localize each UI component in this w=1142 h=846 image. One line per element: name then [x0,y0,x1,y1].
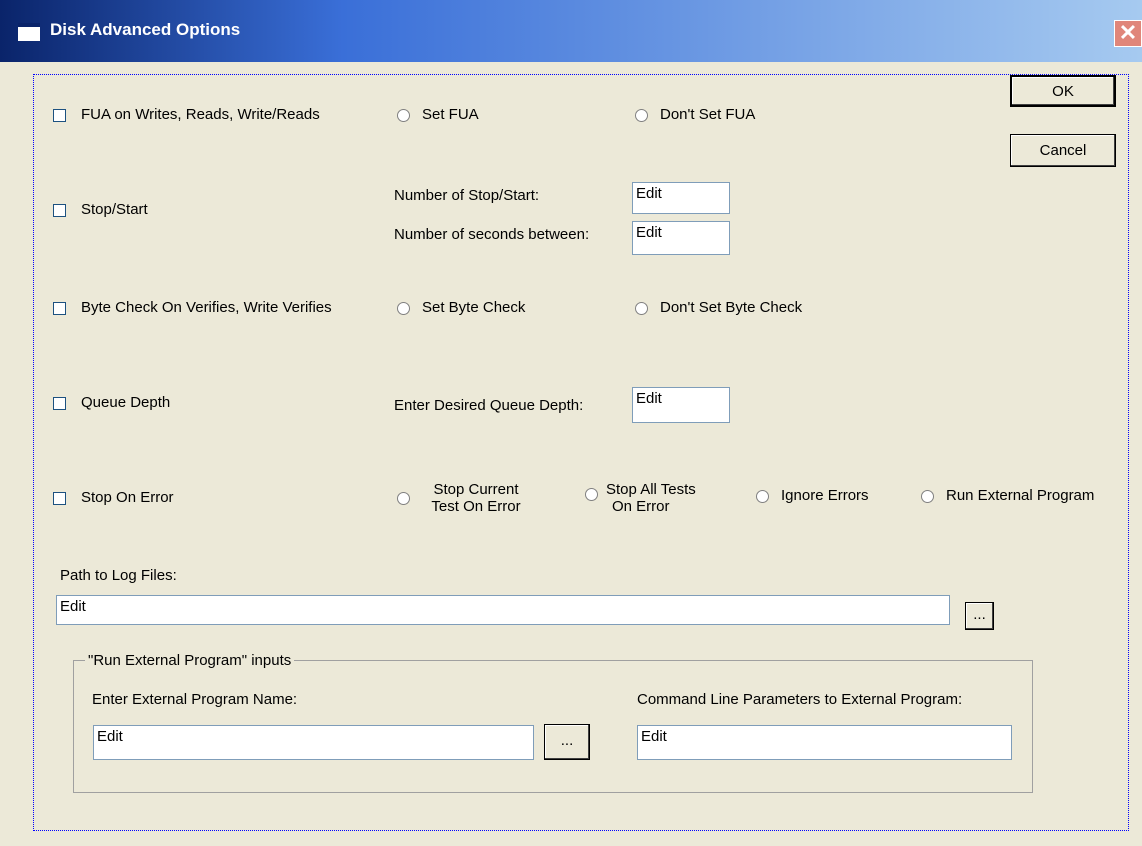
stop-all-line2: On Error [612,498,670,515]
num-stop-start-label: Number of Stop/Start: [394,187,540,204]
set-fua-radio[interactable] [397,109,410,122]
num-seconds-label: Number of seconds between: [394,226,590,243]
fua-checkbox[interactable] [53,109,66,122]
stop-all-tests-label: Stop All Tests On Error [606,481,730,515]
queue-depth-field[interactable]: Edit [632,387,730,423]
num-stop-start-field[interactable]: Edit [632,182,730,214]
browse-log-button[interactable]: ... [965,602,994,630]
set-byte-check-label: Set Byte Check [422,299,526,316]
program-name-field[interactable]: Edit [93,725,534,760]
window-icon [18,23,40,41]
byte-check-label: Byte Check On Verifies, Write Verifies [81,299,332,316]
stop-all-line1: Stop All Tests [606,481,696,498]
run-external-program-radio[interactable] [921,490,934,503]
stop-start-label: Stop/Start [81,201,148,218]
stop-current-test-radio[interactable] [397,492,410,505]
stop-on-error-label: Stop On Error [81,489,174,506]
queue-depth-label: Queue Depth [81,394,171,411]
byte-check-checkbox[interactable] [53,302,66,315]
stop-current-line1: Stop Current [433,481,519,498]
external-program-group-label: "Run External Program" inputs [85,652,295,669]
num-seconds-field[interactable]: Edit [632,221,730,255]
stop-all-tests-radio[interactable] [585,488,598,501]
close-button[interactable]: ✕ [1114,20,1142,47]
fua-label: FUA on Writes, Reads, Write/Reads [81,106,320,123]
log-path-field[interactable]: Edit [56,595,950,625]
ok-button[interactable]: OK [1010,75,1116,107]
set-fua-label: Set FUA [422,106,479,123]
dont-set-byte-check-radio[interactable] [635,302,648,315]
ignore-errors-label: Ignore Errors [781,487,869,504]
window-title: Disk Advanced Options [50,20,241,39]
stop-on-error-checkbox[interactable] [53,492,66,505]
queue-depth-field-label: Enter Desired Queue Depth: [394,397,584,414]
cmd-params-field[interactable]: Edit [637,725,1012,760]
set-byte-check-radio[interactable] [397,302,410,315]
dont-set-fua-label: Don't Set FUA [660,106,756,123]
stop-current-test-label: Stop Current Test On Error [420,481,532,515]
queue-depth-checkbox[interactable] [53,397,66,410]
ignore-errors-radio[interactable] [756,490,769,503]
stop-start-checkbox[interactable] [53,204,66,217]
cmd-params-label: Command Line Parameters to External Prog… [637,691,963,708]
dont-set-fua-radio[interactable] [635,109,648,122]
stop-current-line2: Test On Error [431,498,521,515]
run-external-program-label: Run External Program [946,487,1095,504]
log-path-label: Path to Log Files: [60,567,177,584]
program-name-label: Enter External Program Name: [92,691,298,708]
cancel-button[interactable]: Cancel [1010,134,1116,167]
dont-set-byte-check-label: Don't Set Byte Check [660,299,803,316]
browse-program-button[interactable]: ... [544,724,590,760]
